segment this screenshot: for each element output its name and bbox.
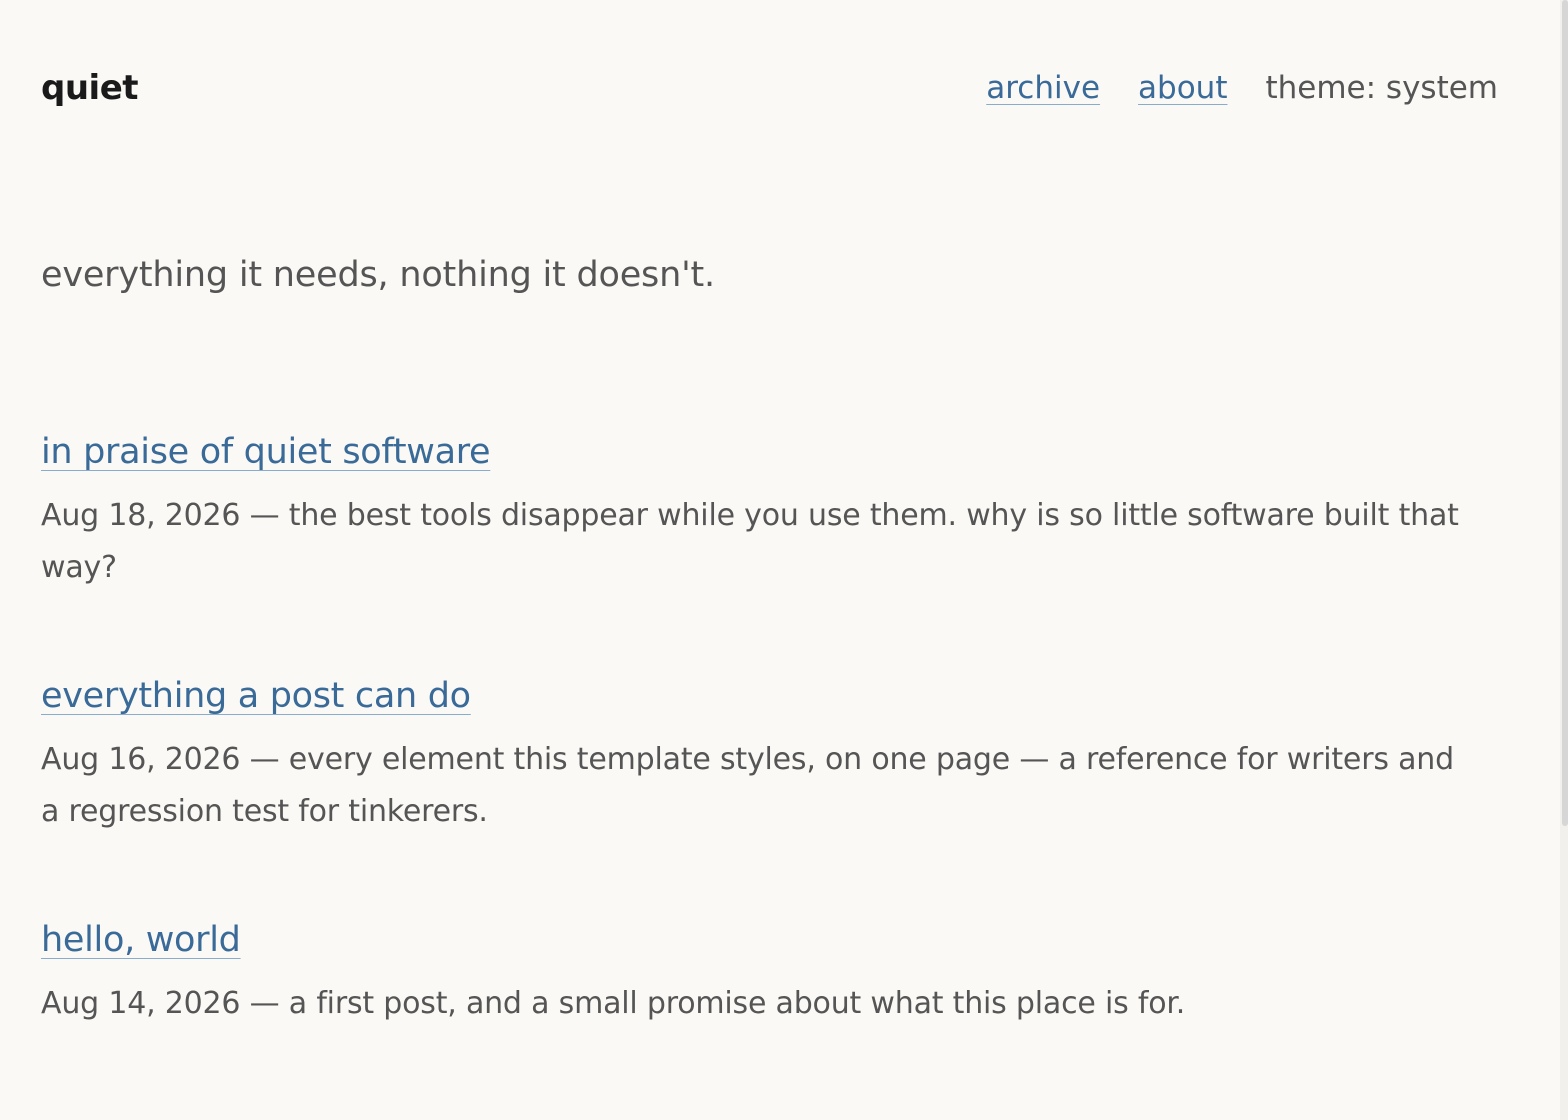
post-title-link[interactable]: in praise of quiet software (41, 426, 491, 478)
post-title-link[interactable]: hello, world (41, 914, 241, 966)
post-meta: Aug 18, 2026 — the best tools disappear … (41, 490, 1461, 594)
post-item: everything a post can do Aug 16, 2026 — … (41, 670, 1481, 838)
separator: — (240, 742, 289, 777)
post-meta: Aug 16, 2026 — every element this templa… (41, 734, 1461, 838)
post-date: Aug 18, 2026 (41, 498, 241, 533)
vertical-scrollbar[interactable] (1560, 0, 1568, 1120)
separator: — (240, 498, 289, 533)
separator: — (240, 986, 289, 1021)
scrollbar-thumb[interactable] (1562, 0, 1568, 826)
theme-toggle-button[interactable]: theme: system (1265, 70, 1498, 106)
nav-bar: archive about theme: system (986, 70, 1498, 106)
post-summary: a first post, and a small promise about … (288, 986, 1186, 1021)
site-header: quiet archive about theme: system (41, 62, 1498, 114)
site-title[interactable]: quiet (41, 68, 139, 108)
post-list: in praise of quiet software Aug 18, 2026… (41, 426, 1481, 1106)
post-item: in praise of quiet software Aug 18, 2026… (41, 426, 1481, 594)
post-item: hello, world Aug 14, 2026 — a first post… (41, 914, 1481, 1030)
nav-link-archive[interactable]: archive (986, 70, 1100, 106)
site-tagline: everything it needs, nothing it doesn't. (41, 255, 715, 295)
post-title-link[interactable]: everything a post can do (41, 670, 471, 722)
post-meta: Aug 14, 2026 — a first post, and a small… (41, 978, 1461, 1030)
post-date: Aug 16, 2026 (41, 742, 241, 777)
nav-link-about[interactable]: about (1138, 70, 1227, 106)
post-date: Aug 14, 2026 (41, 986, 241, 1021)
